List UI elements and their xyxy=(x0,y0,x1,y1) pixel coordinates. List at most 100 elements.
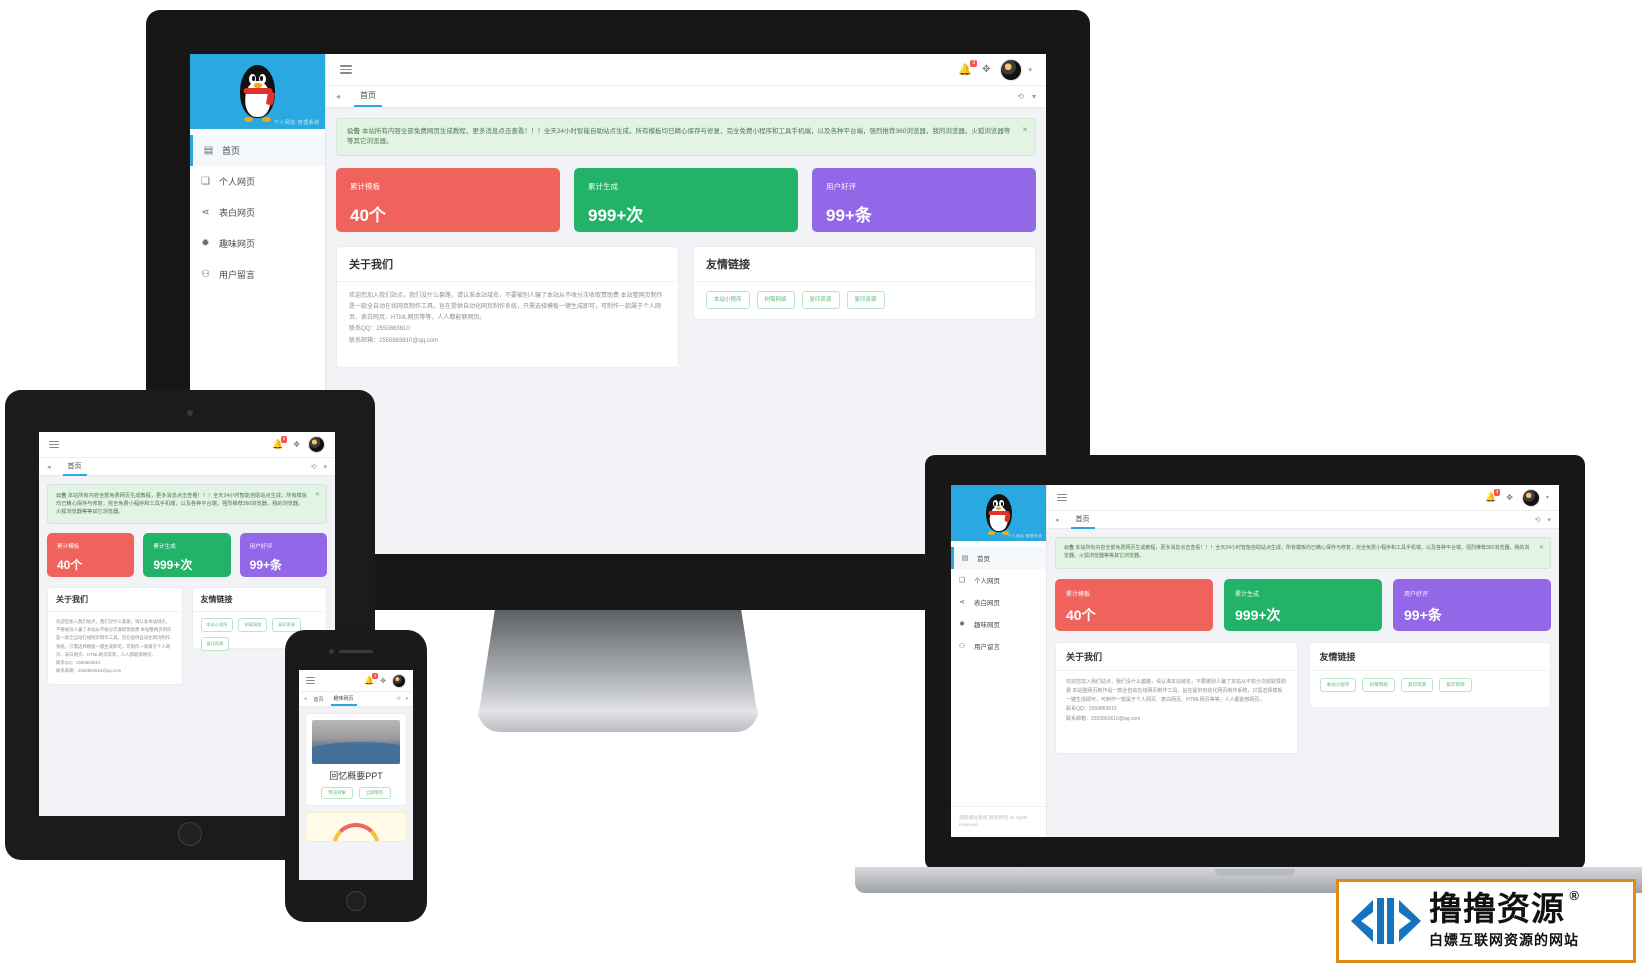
hamburger-icon[interactable] xyxy=(1057,493,1067,503)
refresh-icon[interactable]: ⟲ xyxy=(1535,516,1541,524)
stat-card-templates: 累计模板 40个 xyxy=(47,533,135,578)
topbar: 🔔 3 ✥ ▾ xyxy=(1047,485,1559,511)
avatar[interactable] xyxy=(392,673,406,688)
friend-link[interactable]: 复印资源 xyxy=(1400,677,1434,692)
hamburger-icon[interactable] xyxy=(306,676,315,685)
bell-icon[interactable]: 🔔 3 xyxy=(958,60,978,76)
friend-link[interactable]: 本站小程序 xyxy=(706,291,750,310)
topbar: 🔔 3 ✥ xyxy=(39,432,335,458)
create-button[interactable]: 立即制作 xyxy=(359,787,391,799)
bell-icon[interactable]: 🔔 3 xyxy=(1485,489,1501,503)
gear-icon[interactable]: ✥ xyxy=(293,440,300,449)
chevron-down-icon[interactable]: ▾ xyxy=(1032,92,1036,101)
sidebar-item-fun-page[interactable]: ✹ 趣味网页 xyxy=(951,613,1046,635)
friend-link[interactable]: 树莓网络 xyxy=(1362,677,1395,692)
heart-share-icon: ⋖ xyxy=(201,207,210,218)
watermark-text: 撸撸资源 ® 白嫖互联网资源的网站 xyxy=(1425,889,1633,950)
chevron-down-icon[interactable]: ▾ xyxy=(1028,66,1032,74)
sidebar-item-label: 趣味网页 xyxy=(974,622,1000,629)
dashboard-icon: ▤ xyxy=(961,555,969,562)
friend-link[interactable]: 复印资源 xyxy=(801,291,840,310)
template-card[interactable]: 回忆概要PPT 预览效果 立即制作 xyxy=(305,713,407,806)
tab-fun-page[interactable]: 趣味网页 xyxy=(330,693,357,706)
stat-card-templates: 累计模板 40个 xyxy=(1055,578,1213,631)
close-icon[interactable]: ✕ xyxy=(1022,126,1028,137)
sidebar-item-confession-page[interactable]: ⋖ 表白网页 xyxy=(190,197,325,228)
avatar[interactable] xyxy=(1000,58,1023,81)
sidebar-item-label: 个人网页 xyxy=(219,177,256,187)
preview-button[interactable]: 预览效果 xyxy=(321,787,353,799)
tabbar: ◂ 首页 ⟲ ▾ xyxy=(39,458,335,476)
tab-home[interactable]: 首页 xyxy=(354,86,383,107)
screenshot-root: 个人网站 管理系统 ▤ 首页 ❏ 个人网页 ⋖ 表白网页 ✹ 趣味网页 ⚇ 用户… xyxy=(0,0,1642,967)
refresh-icon[interactable]: ⟲ xyxy=(1017,92,1024,101)
avatar[interactable] xyxy=(308,436,325,453)
friend-link[interactable]: 树莓网络 xyxy=(238,618,268,632)
sidebar-item-personal-page[interactable]: ❏ 个人网页 xyxy=(190,166,325,197)
heart-share-icon: ⋖ xyxy=(959,599,965,606)
about-panel: 关于我们 欢迎您加入我们站点，我们没什么套路，请认准本站域名，不要被别人骗了本站… xyxy=(47,587,183,686)
tab-scroll-left-icon[interactable]: ◂ xyxy=(1055,516,1059,524)
sidebar-item-home[interactable]: ▤ 首页 xyxy=(951,547,1046,569)
gear-icon[interactable]: ✥ xyxy=(380,677,386,685)
tab-home[interactable]: 首页 xyxy=(62,458,87,476)
links-title: 友情链接 xyxy=(1309,643,1550,671)
tab-scroll-left-icon[interactable]: ◂ xyxy=(336,92,340,101)
phone-home-button[interactable] xyxy=(346,891,366,911)
chevron-down-icon[interactable]: ▾ xyxy=(323,463,327,471)
avatar[interactable] xyxy=(1521,488,1540,507)
gear-icon[interactable]: ✥ xyxy=(1506,493,1513,502)
friend-link[interactable]: 复印资源 xyxy=(200,636,230,651)
about-title: 关于我们 xyxy=(337,247,678,283)
bell-icon[interactable]: 🔔 3 xyxy=(272,436,288,450)
friend-link[interactable]: 复印资源 xyxy=(1439,677,1472,692)
chevron-down-icon[interactable]: ▾ xyxy=(1547,516,1551,524)
sidebar-item-confession-page[interactable]: ⋖ 表白网页 xyxy=(951,591,1046,613)
friend-link[interactable]: 树莓网络 xyxy=(756,291,795,310)
close-icon[interactable]: ✕ xyxy=(315,491,320,500)
sidebar-item-user-message[interactable]: ⚇ 用户留言 xyxy=(190,259,325,290)
stat-label: 累计模板 xyxy=(350,182,380,192)
friend-link[interactable]: 本站小程序 xyxy=(1319,677,1357,692)
chevron-down-icon[interactable]: ▾ xyxy=(1546,494,1549,501)
phone-speaker xyxy=(339,650,373,653)
chevron-down-icon[interactable]: ▾ xyxy=(405,696,408,702)
bell-icon[interactable]: 🔔 3 xyxy=(364,673,379,685)
hamburger-icon[interactable] xyxy=(49,440,59,450)
sidebar-item-home[interactable]: ▤ 首页 xyxy=(190,135,325,166)
stat-label: 用户好评 xyxy=(826,182,856,192)
laptop-notch xyxy=(1215,869,1295,876)
stat-value: 40个 xyxy=(1066,606,1096,623)
tab-scroll-left-icon[interactable]: ◂ xyxy=(304,696,307,702)
close-icon[interactable]: ✕ xyxy=(1539,544,1544,553)
hamburger-icon[interactable] xyxy=(340,64,352,76)
laptop-device: 个人网站 管理系统 ▤ 首页 ❏ 个人网页 ⋖ 表白网页 ✹ 趣味网页 ⚇ 用户… xyxy=(855,455,1642,893)
tab-home[interactable]: 首页 xyxy=(314,696,324,703)
gauge-widget xyxy=(305,812,407,842)
star-icon: ✹ xyxy=(959,621,965,628)
gear-icon[interactable]: ✥ xyxy=(982,64,990,75)
tab-home[interactable]: 首页 xyxy=(1070,511,1095,529)
page-icon: ❏ xyxy=(201,176,210,187)
content: 公告 本站所有内容全部免费网页生成教程，更多消息点击查看！！！全天24小时智能自… xyxy=(1047,529,1559,837)
monitor-base xyxy=(478,710,758,732)
stat-cards: 累计模板 40个 累计生成 999+次 用户好评 99+条 xyxy=(47,533,327,578)
about-contact-email: 联系邮箱：2550863610@qq.com xyxy=(1066,715,1141,722)
monitor-neck xyxy=(478,610,758,718)
stat-card-generated: 累计生成 999+次 xyxy=(143,533,231,578)
sidebar-item-user-message[interactable]: ⚇ 用户留言 xyxy=(951,635,1046,657)
watermark: 撸撸资源 ® 白嫖互联网资源的网站 xyxy=(1336,879,1636,963)
sidebar-item-personal-page[interactable]: ❏ 个人网页 xyxy=(951,569,1046,591)
tab-scroll-left-icon[interactable]: ◂ xyxy=(47,463,51,471)
tablet-home-button[interactable] xyxy=(178,822,202,846)
sidebar-footer: 源码网站系统 版权所有 all rights reserved. xyxy=(951,805,1046,837)
refresh-icon[interactable]: ⟲ xyxy=(311,463,317,471)
friend-link[interactable]: 复印资源 xyxy=(846,291,885,310)
friend-link[interactable]: 本站小程序 xyxy=(200,618,234,632)
refresh-icon[interactable]: ⟲ xyxy=(396,696,400,702)
sidebar-item-fun-page[interactable]: ✹ 趣味网页 xyxy=(190,228,325,259)
sidebar-item-label: 用户留言 xyxy=(219,270,256,280)
stat-card-generated: 累计生成 999+次 xyxy=(1224,578,1382,631)
about-title: 关于我们 xyxy=(1056,643,1297,671)
stat-value: 99+条 xyxy=(826,206,872,226)
